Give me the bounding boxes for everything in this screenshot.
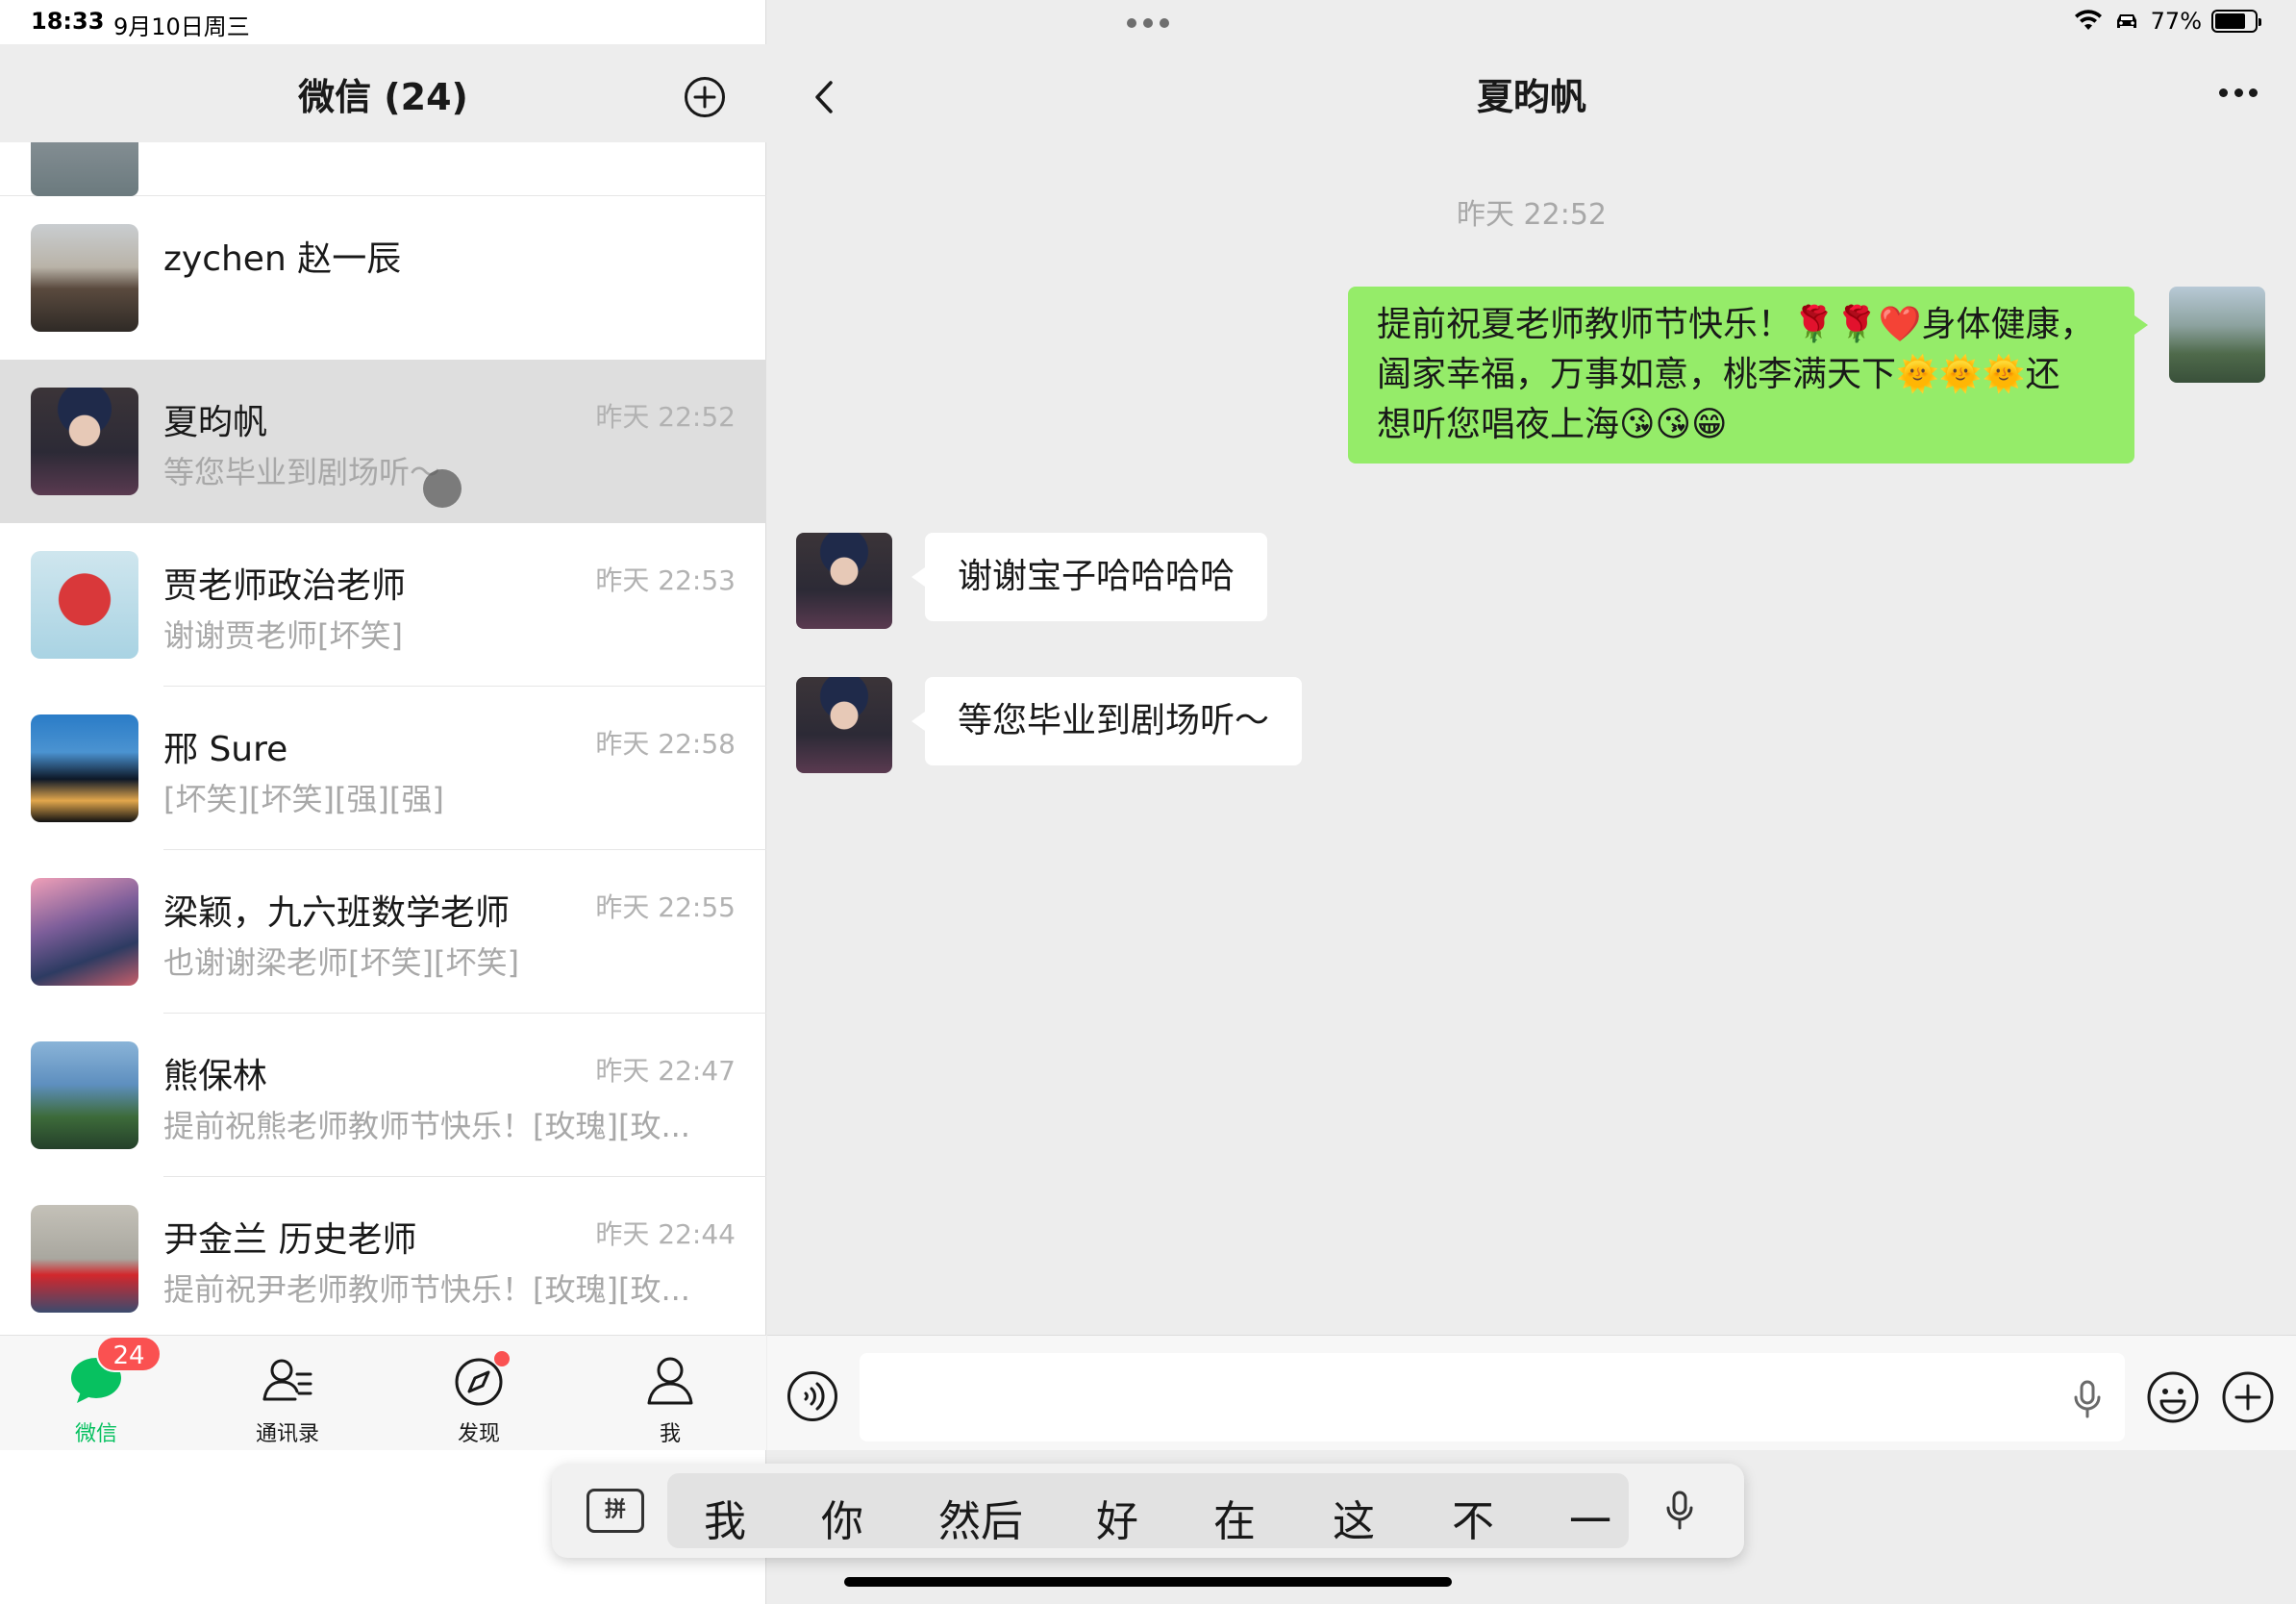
candidate-list: 我 你 然后 好 在 这 不 一 (667, 1473, 1629, 1548)
more-dots-icon[interactable] (2219, 88, 2258, 100)
chat-time: 昨天 22:53 (595, 564, 736, 596)
conversation-header: 夏昀帆 (767, 44, 2296, 142)
keyboard-candidate-bar: 拼 我 你 然后 好 在 这 不 一 (552, 1464, 1744, 1558)
tab-contacts[interactable]: 通讯录 (191, 1336, 384, 1451)
mic-icon[interactable] (2073, 1380, 2102, 1418)
plus-circle-icon[interactable] (2221, 1370, 2275, 1424)
list-item[interactable]: 邢 Sure 昨天 22:58 [坏笑][坏笑][强][强] (0, 687, 766, 850)
chat-list-header: 微信 (24) (0, 44, 766, 142)
plus-circle-icon[interactable] (683, 75, 727, 119)
battery-icon (2211, 10, 2261, 33)
candidate-word[interactable]: 好 (1096, 1487, 1138, 1548)
avatar[interactable] (796, 677, 892, 773)
list-item[interactable]: zychen 赵一辰 (0, 196, 766, 360)
chat-name: 邢 Sure (163, 730, 288, 769)
chat-preview: [坏笑][坏笑][强][强] (163, 781, 444, 817)
list-item[interactable]: 夏昀帆 昨天 22:52 等您毕业到剧场听～ (0, 360, 766, 523)
tab-label: 我 (659, 1422, 681, 1446)
chat-list-title: 微信 (24) (298, 76, 468, 118)
tab-bar: 24 微信 通讯录 发现 我 (0, 1335, 766, 1450)
mic-icon[interactable] (1665, 1491, 1694, 1531)
chat-time: 昨天 22:55 (595, 891, 736, 923)
tab-label: 发现 (457, 1422, 500, 1446)
battery-percentage: 77% (2150, 8, 2202, 35)
message-line: 提前祝夏老师教师节快乐！🌹🌹❤️身体健康， (1377, 305, 2095, 344)
chat-time: 昨天 22:44 (595, 1218, 736, 1250)
tab-chats[interactable]: 24 微信 (0, 1336, 192, 1451)
unread-badge: 24 (96, 1336, 162, 1372)
candidate-word[interactable]: 在 (1213, 1487, 1256, 1548)
avatar[interactable] (2169, 287, 2265, 383)
avatar[interactable] (796, 533, 892, 629)
notification-dot (494, 1351, 510, 1366)
message-input-bar (767, 1335, 2296, 1450)
avatar (31, 551, 138, 659)
status-bar: 18:33 9月10日周三 77% (0, 0, 2296, 44)
touch-indicator (423, 469, 462, 508)
chat-preview: 提前祝尹老师教师节快乐！[玫瑰][玫... (163, 1271, 690, 1308)
chat-name: 熊保林 (163, 1057, 268, 1096)
contacts-icon (262, 1359, 312, 1401)
chat-preview: 提前祝熊老师教师节快乐！[玫瑰][玫... (163, 1108, 690, 1144)
person-icon (647, 1357, 693, 1405)
candidate-word[interactable]: 我 (704, 1487, 746, 1548)
conversation-title: 夏昀帆 (1476, 76, 1586, 118)
candidate-word[interactable]: 这 (1333, 1487, 1375, 1548)
car-icon (2116, 14, 2136, 28)
avatar (31, 1041, 138, 1149)
voice-icon[interactable] (786, 1370, 838, 1422)
candidate-word[interactable]: 不 (1452, 1487, 1494, 1548)
emoji-icon[interactable] (2146, 1370, 2200, 1424)
chat-name: 贾老师政治老师 (163, 566, 407, 606)
chat-list-panel: 微信 (24) zychen 赵一辰 夏昀帆 昨天 22:52 等您毕业到剧场听… (0, 0, 766, 1604)
tab-label: 通讯录 (255, 1422, 319, 1446)
message-bubble-received[interactable]: 谢谢宝子哈哈哈哈 (911, 533, 1268, 621)
chat-time: 昨天 22:58 (595, 728, 736, 760)
list-item[interactable] (0, 142, 766, 196)
candidate-word[interactable]: 你 (821, 1487, 863, 1548)
tab-me[interactable]: 我 (574, 1336, 766, 1451)
tab-discover[interactable]: 发现 (383, 1336, 575, 1451)
avatar (31, 1205, 138, 1313)
message-bubble-sent[interactable]: 提前祝夏老师教师节快乐！🌹🌹❤️身体健康， 阖家幸福，万事如意，桃李满天下🌞🌞🌞… (1348, 287, 2148, 464)
multitask-dots-icon[interactable] (1127, 12, 1169, 35)
chat-name: 尹金兰 历史老师 (163, 1220, 417, 1260)
candidate-word[interactable]: 然后 (938, 1487, 1023, 1548)
avatar (31, 878, 138, 986)
wifi-icon (2074, 10, 2102, 30)
avatar (31, 142, 138, 196)
status-indicators: 77% (2074, 8, 2261, 35)
home-indicator[interactable] (844, 1577, 1452, 1587)
message-timestamp: 昨天 22:52 (1457, 198, 1607, 232)
candidate-word[interactable]: 一 (1569, 1487, 1611, 1548)
conversation-panel: 夏昀帆 昨天 22:52 提前祝夏老师教师节快乐！🌹🌹❤️身体健康， 阖家幸福，… (767, 0, 2296, 1604)
input-mode-button[interactable]: 拼 (586, 1489, 644, 1533)
chat-time: 昨天 22:52 (595, 401, 736, 433)
status-date: 9月10日周三 (113, 13, 250, 40)
status-time: 18:33 (31, 8, 105, 35)
avatar (31, 224, 138, 332)
list-item[interactable]: 熊保林 昨天 22:47 提前祝熊老师教师节快乐！[玫瑰][玫... (0, 1014, 766, 1177)
chat-time: 昨天 22:47 (595, 1055, 736, 1087)
tab-label: 微信 (74, 1422, 117, 1446)
battery-fill (2215, 13, 2245, 29)
chat-name: 夏昀帆 (163, 403, 268, 442)
chat-list: zychen 赵一辰 夏昀帆 昨天 22:52 等您毕业到剧场听～ 贾老师政治老… (0, 142, 766, 1335)
avatar (31, 714, 138, 822)
list-item[interactable]: 尹金兰 历史老师 昨天 22:44 提前祝尹老师教师节快乐！[玫瑰][玫... (0, 1177, 766, 1335)
message-line: 阖家幸福，万事如意，桃李满天下🌞🌞🌞还 (1377, 355, 2060, 394)
list-item[interactable]: 梁颖，九六班数学老师 昨天 22:55 也谢谢梁老师[坏笑][坏笑] (0, 850, 766, 1014)
chat-name: zychen 赵一辰 (163, 239, 402, 279)
message-line: 想听您唱夜上海😘😘😁 (1377, 405, 1728, 444)
list-item[interactable]: 贾老师政治老师 昨天 22:53 谢谢贾老师[坏笑] (0, 523, 766, 687)
chat-preview: 谢谢贾老师[坏笑] (163, 617, 403, 654)
chat-name: 梁颖，九六班数学老师 (163, 893, 511, 933)
message-input[interactable] (860, 1353, 2125, 1441)
avatar (31, 388, 138, 495)
message-bubble-received[interactable]: 等您毕业到剧场听～ (911, 677, 1303, 765)
chat-preview: 也谢谢梁老师[坏笑][坏笑] (163, 944, 519, 981)
